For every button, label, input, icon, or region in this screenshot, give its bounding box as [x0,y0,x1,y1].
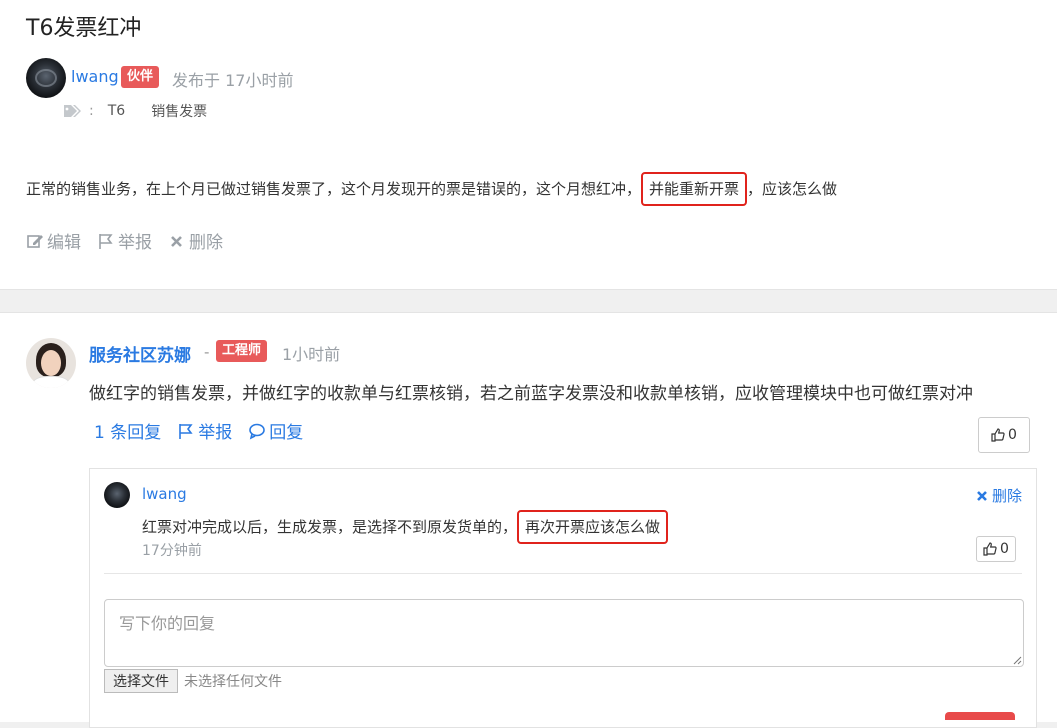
submit-button[interactable] [945,712,1015,720]
reply-author-avatar[interactable] [104,482,130,508]
highlighted-text: 并能重新开票 [641,172,748,206]
author-avatar[interactable] [26,58,66,98]
answer-actions: 1 条回复 举报 回复 [94,418,303,443]
thumbs-up-icon [991,428,1005,442]
reply-body: 红票对冲完成以后，生成发票，是选择不到原发货单的， 再次开票应该怎么做 [142,510,669,544]
answer-body: 做红字的销售发票，并做红字的收款单与红票核销，若之前蓝字发票没和收款单核销，应收… [89,384,973,404]
tags-row: : T6 销售发票 [63,100,233,122]
divider [104,573,1022,574]
tag-sales-invoice[interactable]: 销售发票 [151,101,207,121]
separator-dash: - [204,343,210,361]
question-card: T6发票红冲 lwang 伙伴 发布于 17小时前 : T6 销售发票 正常的销… [0,0,1057,290]
flag-icon [99,233,113,249]
tags-colon: : [89,103,94,119]
close-icon [171,235,182,247]
answer-report-button[interactable]: 举报 [177,418,232,443]
question-author-link[interactable]: lwang [71,67,119,86]
replies-count-link[interactable]: 1 条回复 [94,418,161,443]
reply-author-link[interactable]: lwang [142,485,187,503]
report-button[interactable]: 举报 [97,228,152,253]
question-body: 正常的销售业务，在上个月已做过销售发票了，这个月发现开的票是错误的，这个月想红冲… [26,172,837,206]
delete-button[interactable]: 删除 [168,228,223,253]
tag-t6[interactable]: T6 [108,103,125,119]
question-title: T6发票红冲 [26,16,142,41]
file-upload-row: 选择文件 未选择任何文件 [104,669,282,693]
comment-icon [249,423,266,439]
answer-author-avatar[interactable] [26,338,76,388]
reply-time: 17分钟前 [142,543,202,559]
reply-delete-button[interactable]: 删除 [976,485,1022,506]
file-status: 未选择任何文件 [184,674,282,690]
answer-time: 1小时前 [282,345,341,364]
thumbs-up-icon [983,542,997,556]
reply-like-button[interactable]: 0 [976,536,1016,562]
highlighted-text: 再次开票应该怎么做 [517,510,669,544]
choose-file-button[interactable]: 选择文件 [104,669,178,693]
close-icon [977,490,987,501]
engineer-badge: 工程师 [216,340,268,362]
tag-icon [64,105,81,117]
flag-icon [179,423,193,439]
edit-icon [27,234,43,248]
posted-time: 发布于 17小时前 [172,71,294,90]
answer-card: 服务社区苏娜 - 工程师 1小时前 做红字的销售发票，并做红字的收款单与红票核销… [0,312,1057,728]
reply-thread: lwang 删除 红票对冲完成以后，生成发票，是选择不到原发货单的， 再次开票应该… [89,468,1037,728]
answer-like-button[interactable]: 0 [978,417,1030,453]
edit-button[interactable]: 编辑 [26,228,81,253]
resize-handle-icon[interactable] [1012,655,1022,665]
answer-author-link[interactable]: 服务社区苏娜 [89,341,191,366]
question-actions: 编辑 举报 删除 [26,228,223,253]
reply-textarea[interactable] [104,599,1024,667]
reply-button[interactable]: 回复 [248,418,303,443]
partner-badge: 伙伴 [121,66,160,88]
